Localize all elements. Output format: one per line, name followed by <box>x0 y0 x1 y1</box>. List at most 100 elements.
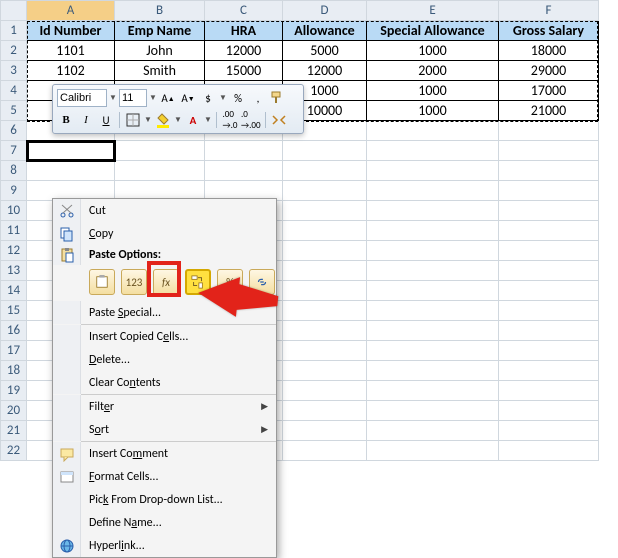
cell-E1[interactable]: Special Allowance <box>367 21 499 41</box>
cell-E12[interactable] <box>367 241 499 261</box>
menu-define-name[interactable]: Define Name... <box>53 511 276 534</box>
row-header-2[interactable]: 2 <box>1 41 27 61</box>
decrease-decimal-icon[interactable]: .0→.00 <box>241 111 261 129</box>
cell-A2[interactable]: 1101 <box>27 41 115 61</box>
menu-sort[interactable]: Sort▶ <box>53 418 276 441</box>
cell-F17[interactable] <box>499 341 599 361</box>
row-header-3[interactable]: 3 <box>1 61 27 81</box>
row-header-19[interactable]: 19 <box>1 381 27 401</box>
cell-E18[interactable] <box>367 361 499 381</box>
col-header-F[interactable]: F <box>499 1 599 21</box>
grow-font-icon[interactable]: A▲ <box>159 89 177 107</box>
cell-F19[interactable] <box>499 381 599 401</box>
menu-copy[interactable]: Copy <box>53 222 276 245</box>
cell-D16[interactable] <box>283 321 367 341</box>
cell-F18[interactable] <box>499 361 599 381</box>
row-header-15[interactable]: 15 <box>1 301 27 321</box>
italic-button[interactable]: I <box>77 111 95 129</box>
row-header-22[interactable]: 22 <box>1 441 27 461</box>
cell-D8[interactable] <box>283 161 367 181</box>
cell-D10[interactable] <box>283 201 367 221</box>
cell-C2[interactable]: 12000 <box>205 41 283 61</box>
cell-D1[interactable]: Allowance <box>283 21 367 41</box>
percent-format-icon[interactable]: % <box>229 89 247 107</box>
cell-E8[interactable] <box>367 161 499 181</box>
borders-button[interactable] <box>124 111 142 129</box>
cell-E4[interactable]: 1000 <box>367 81 499 101</box>
cell-C8[interactable] <box>205 161 283 181</box>
cell-F10[interactable] <box>499 201 599 221</box>
cell-D20[interactable] <box>283 401 367 421</box>
col-header-D[interactable]: D <box>283 1 367 21</box>
cell-A3[interactable]: 1102 <box>27 61 115 81</box>
row-header-20[interactable]: 20 <box>1 401 27 421</box>
row-header-9[interactable]: 9 <box>1 181 27 201</box>
cell-B7[interactable] <box>115 141 205 161</box>
cell-E7[interactable] <box>367 141 499 161</box>
col-header-A[interactable]: A <box>27 1 115 21</box>
cell-D21[interactable] <box>283 421 367 441</box>
cell-B8[interactable] <box>115 161 205 181</box>
cell-F22[interactable] <box>499 441 599 461</box>
paste-values-icon[interactable]: 123 <box>121 269 147 295</box>
accounting-format-icon[interactable]: $ <box>199 89 217 107</box>
cell-D3[interactable]: 12000 <box>283 61 367 81</box>
row-header-14[interactable]: 14 <box>1 281 27 301</box>
cell-D11[interactable] <box>283 221 367 241</box>
cell-F21[interactable] <box>499 421 599 441</box>
cell-D2[interactable]: 5000 <box>283 41 367 61</box>
row-header-10[interactable]: 10 <box>1 201 27 221</box>
cell-F11[interactable] <box>499 221 599 241</box>
cell-D18[interactable] <box>283 361 367 381</box>
cell-E22[interactable] <box>367 441 499 461</box>
cell-A8[interactable] <box>27 161 115 181</box>
col-header-B[interactable]: B <box>115 1 205 21</box>
comma-format-icon[interactable]: , <box>249 89 267 107</box>
row-header-5[interactable]: 5 <box>1 101 27 121</box>
cell-F6[interactable] <box>499 121 599 141</box>
cell-C1[interactable]: HRA <box>205 21 283 41</box>
cell-E14[interactable] <box>367 281 499 301</box>
cell-F12[interactable] <box>499 241 599 261</box>
menu-delete[interactable]: Delete... <box>53 348 276 371</box>
cell-D13[interactable] <box>283 261 367 281</box>
cell-E17[interactable] <box>367 341 499 361</box>
increase-decimal-icon[interactable]: .00→.0 <box>221 111 239 129</box>
row-header-7[interactable]: 7 <box>1 141 27 161</box>
fill-color-button[interactable] <box>154 111 172 129</box>
row-header-1[interactable]: 1 <box>1 21 27 41</box>
menu-cut[interactable]: Cut <box>53 199 276 222</box>
cell-E6[interactable] <box>367 121 499 141</box>
cell-E21[interactable] <box>367 421 499 441</box>
cell-F4[interactable]: 17000 <box>499 81 599 101</box>
row-header-11[interactable]: 11 <box>1 221 27 241</box>
cell-F20[interactable] <box>499 401 599 421</box>
cell-F16[interactable] <box>499 321 599 341</box>
cell-B3[interactable]: Smith <box>115 61 205 81</box>
menu-insert-comment[interactable]: Insert Comment <box>53 442 276 465</box>
cell-B1[interactable]: Emp Name <box>115 21 205 41</box>
menu-format-cells[interactable]: Format Cells... <box>53 465 276 488</box>
cell-E16[interactable] <box>367 321 499 341</box>
underline-button[interactable]: U <box>97 111 115 129</box>
cell-E3[interactable]: 2000 <box>367 61 499 81</box>
paste-all-icon[interactable] <box>89 269 115 295</box>
bold-button[interactable]: B <box>57 111 75 129</box>
cell-E20[interactable] <box>367 401 499 421</box>
cell-E13[interactable] <box>367 261 499 281</box>
cell-E19[interactable] <box>367 381 499 401</box>
cell-E10[interactable] <box>367 201 499 221</box>
cell-B2[interactable]: John <box>115 41 205 61</box>
row-header-17[interactable]: 17 <box>1 341 27 361</box>
col-header-E[interactable]: E <box>367 1 499 21</box>
cell-F5[interactable]: 21000 <box>499 101 599 121</box>
cell-E15[interactable] <box>367 301 499 321</box>
cell-D7[interactable] <box>283 141 367 161</box>
menu-pick-from-list[interactable]: Pick From Drop-down List... <box>53 488 276 511</box>
col-header-C[interactable]: C <box>205 1 283 21</box>
cell-D17[interactable] <box>283 341 367 361</box>
row-header-21[interactable]: 21 <box>1 421 27 441</box>
select-all-corner[interactable] <box>1 1 27 21</box>
cell-D9[interactable] <box>283 181 367 201</box>
cell-D22[interactable] <box>283 441 367 461</box>
